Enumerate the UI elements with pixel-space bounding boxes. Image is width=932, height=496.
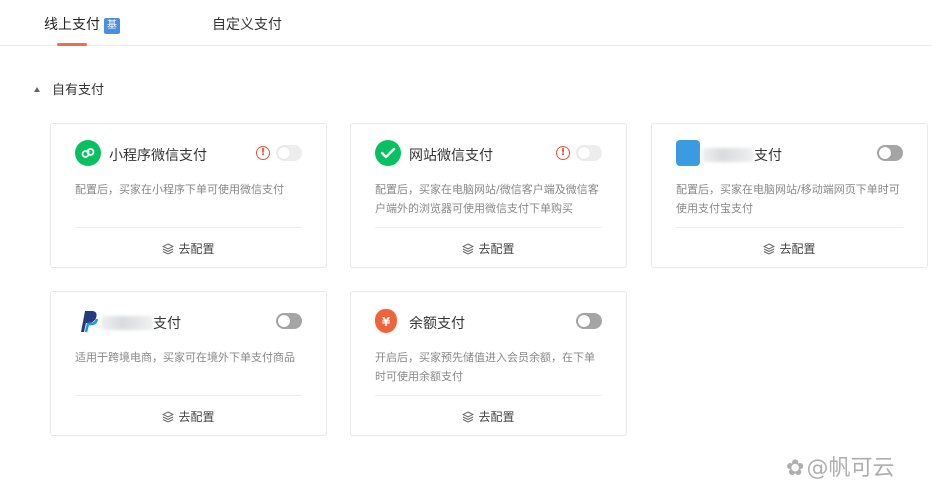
- tab-custom-payment-label: 自定义支付: [212, 17, 282, 33]
- configure-label: 去配置: [178, 410, 215, 424]
- configure-label: 去配置: [478, 410, 515, 424]
- layers-icon: [462, 411, 475, 423]
- enable-toggle[interactable]: [276, 313, 302, 329]
- configure-button[interactable]: 去配置: [51, 408, 326, 425]
- watermark-text: @帆可云: [806, 456, 895, 481]
- warning-icon[interactable]: !: [556, 146, 570, 160]
- enable-toggle[interactable]: [576, 145, 602, 161]
- configure-label: 去配置: [178, 242, 215, 256]
- card-website-wechat-pay: 网站微信支付 ! 配置后，买家在电脑网站/微信客户端及微信客户端外的浏览器可使用…: [350, 123, 627, 268]
- paw-icon: ✿: [786, 456, 805, 481]
- tab-online-payment[interactable]: 线上支付基: [44, 14, 120, 34]
- active-tab-indicator: [57, 43, 87, 46]
- card-description: 开启后，买家预先储值进入会员余额，在下单时可使用余额支付: [375, 351, 595, 383]
- wechat-mini-program-icon: [75, 140, 101, 166]
- card-description: 适用于跨境电商，买家可在境外下单支付商品: [75, 351, 295, 364]
- enable-toggle[interactable]: [877, 145, 903, 161]
- card-title: 小程序微信支付: [109, 148, 207, 164]
- divider: [676, 227, 903, 228]
- enable-toggle[interactable]: [276, 145, 302, 161]
- card-title: 余额支付: [409, 316, 465, 332]
- configure-button[interactable]: 去配置: [351, 408, 626, 425]
- divider: [375, 395, 602, 396]
- configure-button[interactable]: 去配置: [51, 240, 326, 257]
- divider: [75, 395, 302, 396]
- layers-icon: [462, 243, 475, 255]
- card-description: 配置后，买家在电脑网站/微信客户端及微信客户端外的浏览器可使用微信支付下单购买: [375, 183, 599, 215]
- collapse-caret-icon[interactable]: [34, 87, 40, 92]
- card-title: 网站微信支付: [409, 148, 493, 164]
- blurred-brand-name: [702, 148, 754, 162]
- card-paypal: 支付 适用于跨境电商，买家可在境外下单支付商品 去配置: [50, 291, 327, 436]
- section-title: 自有支付: [52, 83, 105, 98]
- watermark: ✿@帆可云: [786, 450, 894, 482]
- configure-label: 去配置: [478, 242, 515, 256]
- divider: [375, 227, 602, 228]
- layers-icon: [162, 243, 175, 255]
- configure-button[interactable]: 去配置: [351, 240, 626, 257]
- card-title-wrap: 支付: [101, 313, 181, 333]
- blurred-brand-name: [101, 316, 153, 330]
- card-description: 配置后，买家在电脑网站/移动端网页下单时可使用支付宝支付: [676, 183, 900, 215]
- warning-icon[interactable]: !: [256, 146, 270, 160]
- alipay-icon: [676, 140, 700, 166]
- card-alipay: 支付 配置后，买家在电脑网站/移动端网页下单时可使用支付宝支付 去配置: [651, 123, 928, 268]
- card-title: 支付: [153, 316, 181, 332]
- wechat-pay-icon: [375, 140, 401, 166]
- basic-badge: 基: [104, 18, 120, 34]
- enable-toggle[interactable]: [576, 313, 602, 329]
- card-description: 配置后，买家在小程序下单可使用微信支付: [75, 183, 284, 196]
- layers-icon: [162, 411, 175, 423]
- card-title-wrap: 支付: [702, 145, 782, 165]
- divider: [75, 227, 302, 228]
- section-own-payment[interactable]: 自有支付: [34, 79, 104, 98]
- configure-label: 去配置: [779, 242, 816, 256]
- configure-button[interactable]: 去配置: [652, 240, 927, 257]
- balance-bag-icon: ¥: [375, 309, 397, 333]
- layers-icon: [763, 243, 776, 255]
- payment-tabs: 线上支付基 自定义支付: [0, 0, 932, 46]
- tab-online-payment-label: 线上支付: [44, 17, 100, 33]
- paypal-icon: [75, 308, 101, 334]
- card-title: 支付: [754, 148, 782, 164]
- tab-custom-payment[interactable]: 自定义支付: [212, 14, 282, 34]
- card-balance-pay: ¥ 余额支付 开启后，买家预先储值进入会员余额，在下单时可使用余额支付 去配置: [350, 291, 627, 436]
- card-miniprogram-wechat-pay: 小程序微信支付 ! 配置后，买家在小程序下单可使用微信支付 去配置: [50, 123, 327, 268]
